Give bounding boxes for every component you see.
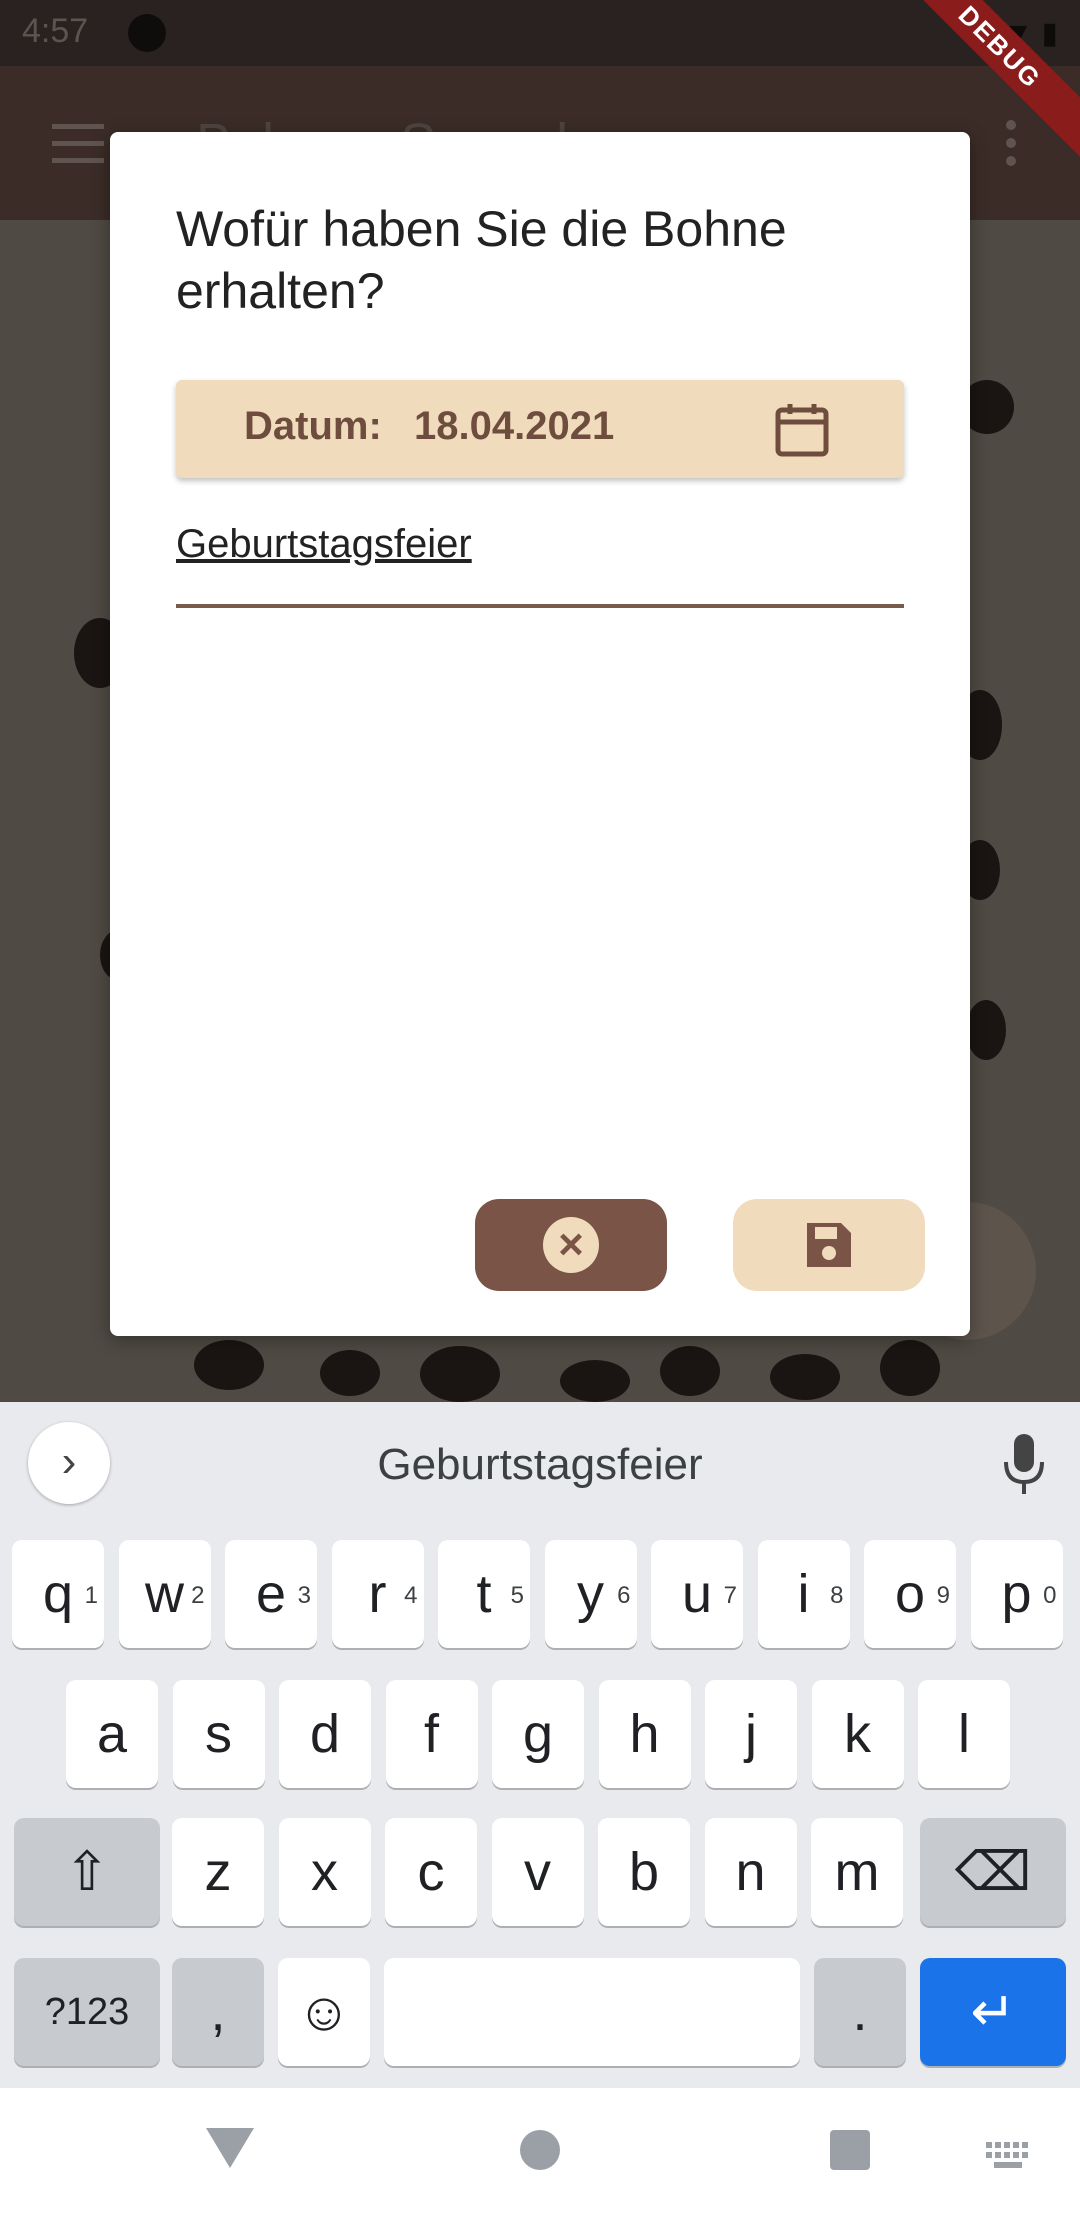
key-c[interactable]: c [385,1818,477,1926]
key-p[interactable]: p0 [970,1540,1063,1648]
key-r[interactable]: r4 [331,1540,424,1648]
navigation-bar [0,2088,1080,2220]
status-time: 4:57 [22,12,89,50]
date-label: Datum: [244,404,382,448]
back-icon[interactable] [206,2128,254,2168]
key-v[interactable]: v [491,1818,584,1926]
key-i[interactable]: i8 [757,1540,850,1648]
mic-icon[interactable] [1000,1432,1048,1498]
key-u[interactable]: u7 [651,1540,743,1648]
date-value: 18.04.2021 [414,404,615,448]
date-picker-button[interactable]: Datum: 18.04.2021 [176,380,904,478]
comma-key[interactable]: , [172,1958,264,2066]
key-b[interactable]: b [598,1818,690,1926]
keyboard-switch-icon[interactable] [986,2142,1030,2170]
key-z[interactable]: z [172,1818,264,1926]
key-d[interactable]: d [279,1680,371,1788]
cancel-icon: × [543,1217,599,1273]
key-q[interactable]: q1 [12,1540,104,1648]
key-f[interactable]: f [385,1680,478,1788]
key-x[interactable]: x [278,1818,371,1926]
home-icon[interactable] [520,2130,560,2170]
save-icon [807,1223,851,1267]
suggestion-word[interactable]: Geburtstagsfeier [0,1440,1080,1490]
key-n[interactable]: n [704,1818,797,1926]
suggestion-bar: › Geburtstagsfeier [0,1402,1080,1530]
cancel-button[interactable]: × [475,1199,667,1291]
key-o[interactable]: o9 [864,1540,956,1648]
reason-text-field[interactable] [176,512,904,608]
key-h[interactable]: h [598,1680,691,1788]
key-g[interactable]: g [492,1680,584,1788]
key-m[interactable]: m [811,1818,903,1926]
calendar-icon [775,404,829,457]
key-w[interactable]: w2 [118,1540,211,1648]
key-l[interactable]: l [918,1680,1010,1788]
keyboard: › Geburtstagsfeier ⇧ ⌫ ?123 , ☺ . ↵ q1w2… [0,1402,1080,2088]
space-key[interactable] [384,1958,800,2066]
key-y[interactable]: y6 [544,1540,637,1648]
more-options-icon[interactable] [1006,120,1016,174]
key-k[interactable]: k [811,1680,904,1788]
menu-icon[interactable] [52,124,104,164]
dialog-title: Wofür haben Sie die Bohne erhalten? [176,201,787,319]
reason-dialog: Wofür haben Sie die Bohne erhalten? Datu… [110,132,970,1336]
symbols-key[interactable]: ?123 [14,1958,160,2066]
recents-icon[interactable] [830,2130,870,2170]
period-key[interactable]: . [814,1958,906,2066]
key-t[interactable]: t5 [438,1540,530,1648]
key-s[interactable]: s [172,1680,265,1788]
save-button[interactable] [733,1199,925,1291]
status-bar: 4:57 ▼ ▮ [0,0,1080,66]
backspace-key[interactable]: ⌫ [920,1818,1066,1926]
emoji-key[interactable]: ☺ [278,1958,370,2066]
enter-key[interactable]: ↵ [920,1958,1066,2066]
shift-key[interactable]: ⇧ [14,1818,160,1926]
app-notification-icon [128,14,166,52]
key-e[interactable]: e3 [225,1540,317,1648]
key-j[interactable]: j [705,1680,797,1788]
reason-input[interactable] [176,522,904,567]
key-a[interactable]: a [66,1680,158,1788]
